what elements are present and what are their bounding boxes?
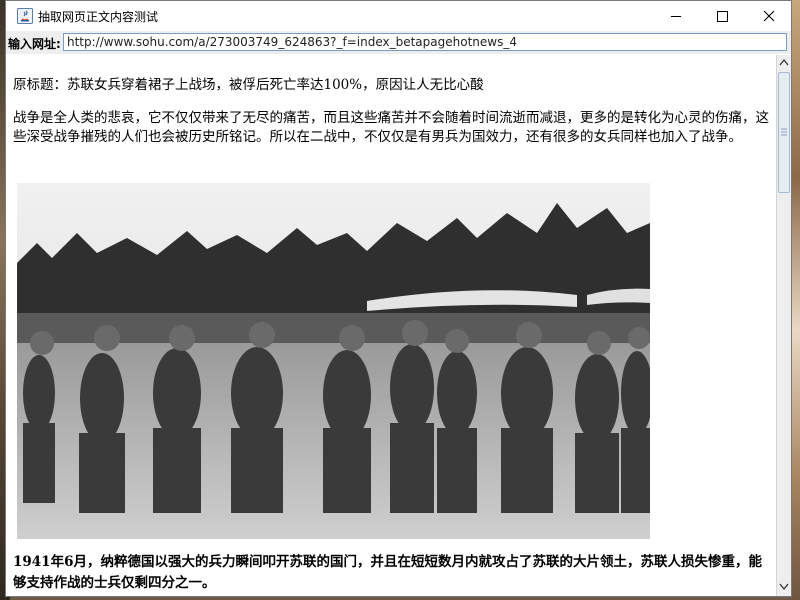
article-photo [17,183,650,539]
url-bar: 输入网址: [6,31,791,54]
minimize-button[interactable] [653,1,699,31]
url-label: 输入网址: [8,37,61,51]
photo-caption: 1941年6月，纳粹德国以强大的兵力瞬间叩开苏联的国门，并且在短短数月内就攻占了… [13,554,762,591]
scroll-grip-icon [781,128,787,136]
app-window: 抽取网页正文内容测试 输入网址: 原标题：苏联女兵穿着裙子上战场，被俘后死亡率达… [5,0,792,597]
close-button[interactable] [745,1,791,31]
title-bar[interactable]: 抽取网页正文内容测试 [6,1,791,31]
close-icon [763,10,775,22]
article-content: 原标题：苏联女兵穿着裙子上战场，被俘后死亡率达100%，原因让人无比心酸 战争是… [7,55,775,596]
vertical-scrollbar[interactable] [776,55,791,596]
scroll-thumb[interactable] [778,72,790,193]
scroll-up-arrow [779,58,789,66]
window-title: 抽取网页正文内容测试 [38,10,159,24]
article-original-title: 原标题：苏联女兵穿着裙子上战场，被俘后死亡率达100%，原因让人无比心酸 [13,77,484,93]
maximize-button[interactable] [699,1,745,31]
url-input[interactable] [63,33,787,51]
scroll-down-button[interactable] [777,578,791,594]
scroll-up-button[interactable] [777,55,791,71]
java-app-icon [17,8,33,24]
minimize-icon [671,16,681,17]
maximize-icon [717,11,728,22]
article-intro-paragraph: 战争是全人类的悲哀，它不仅仅带来了无尽的痛苦，而且这些痛苦并不会随着时间流逝而减… [13,110,769,145]
scroll-down-arrow [779,583,789,591]
